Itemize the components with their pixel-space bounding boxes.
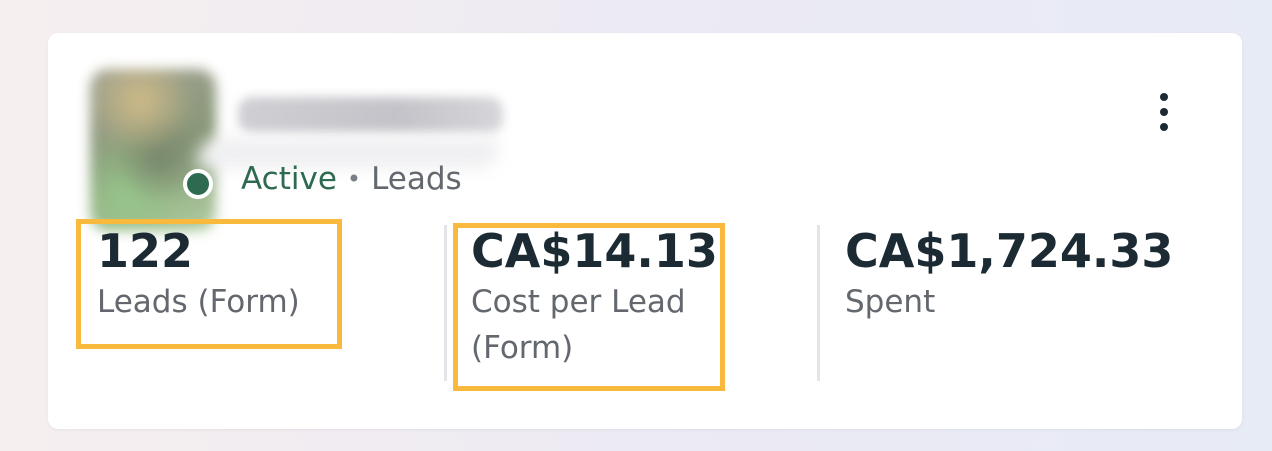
more-dot bbox=[1160, 123, 1168, 131]
campaign-thumbnail-blurred bbox=[90, 69, 216, 231]
more-dot bbox=[1160, 93, 1168, 101]
metric-value: CA$1,724.33 bbox=[845, 224, 1174, 278]
status-dot-icon bbox=[183, 169, 213, 199]
objective-text: Leads bbox=[371, 161, 462, 197]
status-text: Active bbox=[241, 161, 337, 197]
campaign-name-blurred bbox=[238, 97, 503, 133]
status-row: Active • Leads bbox=[241, 159, 462, 199]
metric-spent: CA$1,724.33 Spent bbox=[845, 223, 1173, 325]
more-options-icon[interactable] bbox=[1148, 89, 1182, 135]
campaign-card: Active • Leads 122 Leads (Form) CA$14.13… bbox=[48, 33, 1242, 429]
metric-label: Spent bbox=[845, 284, 936, 320]
more-dot bbox=[1160, 108, 1168, 116]
highlight-box-leads bbox=[76, 219, 342, 349]
highlight-box-cost-per-lead bbox=[453, 223, 725, 391]
metric-divider bbox=[444, 225, 447, 381]
metric-divider bbox=[817, 225, 820, 381]
status-separator: • bbox=[346, 165, 362, 193]
